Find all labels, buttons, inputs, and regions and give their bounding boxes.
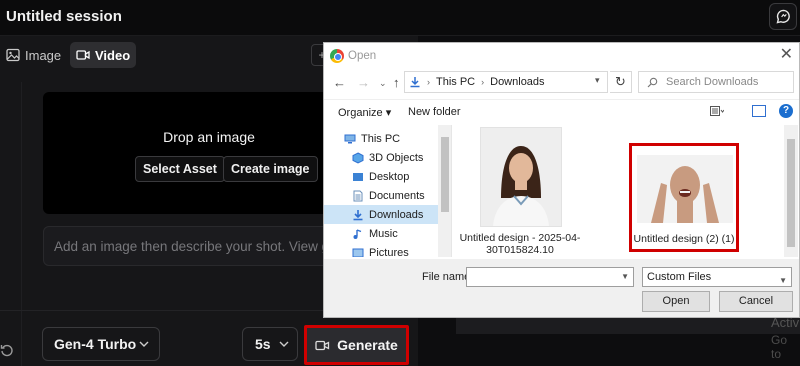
nav-item-3d-objects[interactable]: 3D Objects [352,148,423,167]
open-button[interactable]: Open [642,291,710,312]
reset-icon[interactable] [0,343,14,357]
address-row: ← → ⌄ ↑ › This PC › Downloads ▾ ↻ Search… [324,70,799,96]
change-view-icon[interactable] [710,106,724,116]
chevron-down-icon: ▼ [779,276,787,285]
file-name-label: Untitled design - 2025-04-30T015824.10 [459,232,581,256]
file-scrollbar-thumb[interactable] [787,139,795,247]
download-icon [353,209,363,220]
music-icon [353,228,362,239]
preview-pane-icon[interactable] [752,105,766,117]
search-icon [647,77,658,87]
dialog-footer: File name: ▼ Custom Files ▼ Open Cancel [324,259,799,317]
breadcrumb-this-pc[interactable]: This PC [436,76,475,88]
create-image-button[interactable]: Create image [223,156,318,182]
close-icon[interactable]: ✕ [780,47,793,63]
chevron-down-icon [139,341,149,347]
generate-button[interactable]: Generate [304,325,409,365]
file-name-input[interactable]: ▼ [466,267,634,287]
chrome-logo-icon [330,49,344,63]
top-bar: Untitled session [0,0,800,36]
model-value: Gen-4 Turbo [54,336,137,352]
nav-item-music[interactable]: Music [352,224,398,243]
nav-item-downloads[interactable]: Downloads [324,205,438,224]
generation-controls: Gen-4 Turbo 5s Generate [0,310,418,366]
file-list: Untitled design - 2025-04-30T015824.10 U… [454,125,798,257]
open-file-dialog: Open ✕ ← → ⌄ ↑ › This PC › Downloads ▾ ↻… [323,42,800,318]
output-card [456,318,800,334]
shouting-man-thumbnail [637,155,733,223]
nav-item-label: This PC [361,132,401,145]
chat-button[interactable] [769,3,797,30]
desktop-icon [353,172,363,181]
tab-video-label: Video [95,47,131,63]
nav-item-label: Desktop [369,170,410,183]
cube-icon [352,151,364,164]
chat-icon [776,9,790,24]
model-select[interactable]: Gen-4 Turbo [42,327,160,361]
tab-image-label: Image [25,47,62,63]
chevron-down-icon [279,341,289,347]
address-bar[interactable]: › This PC › Downloads [404,71,608,93]
breadcrumb-downloads[interactable]: Downloads [490,76,544,88]
recent-locations-icon[interactable]: ⌄ [379,78,387,89]
duration-value: 5s [255,336,271,352]
nav-item-label: Documents [369,189,425,202]
generate-label: Generate [337,337,398,353]
image-icon [6,48,20,62]
activation-watermark-sub: Go to [771,333,788,361]
chevron-down-icon[interactable]: ▼ [621,272,629,281]
new-folder-button[interactable]: New folder [408,106,461,118]
nav-item-label: Pictures [369,246,409,258]
session-title[interactable]: Untitled session [6,8,122,25]
dialog-titlebar: Open ✕ [324,43,799,69]
tab-image[interactable]: Image [0,42,67,68]
documents-icon [353,190,363,201]
file-type-value: Custom Files [647,271,712,283]
forward-arrow-icon[interactable]: → [357,75,370,90]
duration-select[interactable]: 5s [242,327,298,361]
dialog-title: Open [348,50,377,62]
nav-item-label: 3D Objects [369,151,424,164]
up-arrow-icon[interactable]: ↑ [393,75,400,90]
cancel-button[interactable]: Cancel [719,291,793,312]
prompt-placeholder: Add an image then describe your shot. Vi… [54,239,355,254]
nav-scrollbar-thumb[interactable] [441,137,449,212]
help-icon[interactable]: ? [779,104,793,118]
search-input[interactable]: Search Downloads [638,71,794,93]
nav-scrollbar[interactable] [438,125,451,257]
nav-item-desktop[interactable]: Desktop [352,167,409,186]
select-asset-button[interactable]: Select Asset [135,156,225,182]
portrait-thumbnail [481,128,561,226]
breadcrumb-separator: › [481,77,485,87]
video-icon [315,340,330,350]
search-placeholder: Search Downloads [666,76,759,88]
nav-item-label: Music [369,227,398,240]
nav-item-pictures[interactable]: Pictures [352,243,409,257]
nav-item-documents[interactable]: Documents [352,186,425,205]
back-arrow-icon[interactable]: ← [333,75,346,90]
address-dropdown-icon[interactable]: ▾ [595,75,600,86]
computer-icon [344,134,356,143]
breadcrumb-separator: › [427,77,430,87]
video-icon [76,50,90,60]
file-thumbnail[interactable] [480,127,562,227]
file-scrollbar[interactable] [784,125,798,257]
organize-menu[interactable]: Organize ▾ [338,106,391,119]
nav-item-label: Downloads [369,208,424,221]
tab-video[interactable]: Video [70,42,137,68]
file-type-select[interactable]: Custom Files ▼ [642,267,792,287]
selected-file[interactable]: Untitled design (2) (1) [629,143,739,252]
refresh-button[interactable]: ↻ [610,71,632,93]
dialog-toolbar: Organize ▾ New folder ? [324,99,799,123]
file-name-label: Untitled design (2) (1) [633,233,735,245]
pictures-icon [352,248,364,257]
navigation-pane: This PC 3D Objects Desktop Documents Dow… [324,125,452,257]
download-folder-icon [410,77,420,88]
nav-item-this-pc[interactable]: This PC [344,129,400,148]
